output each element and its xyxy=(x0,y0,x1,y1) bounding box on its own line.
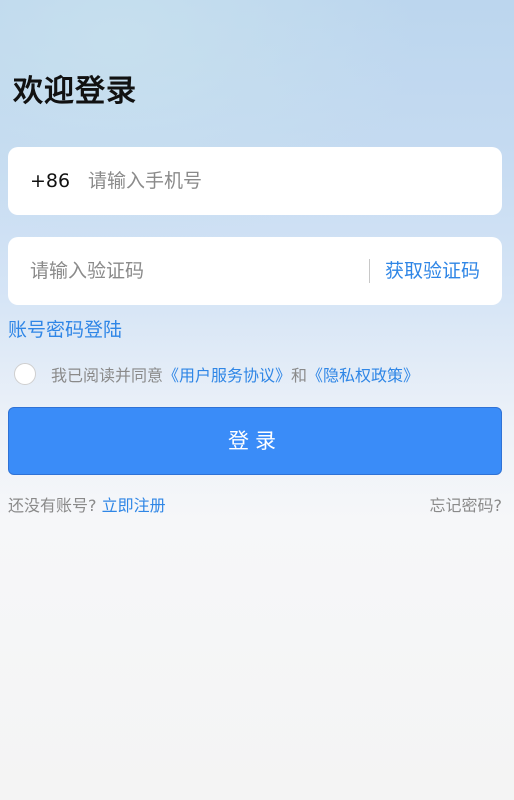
agreement-row: 我已阅读并同意 《用户服务协议》 和 《隐私权政策》 xyxy=(14,361,419,387)
login-button[interactable]: 登录 xyxy=(8,407,502,475)
page-title: 欢迎登录 xyxy=(13,74,137,109)
country-code-prefix[interactable]: +86 xyxy=(30,147,70,215)
verification-code-input[interactable] xyxy=(30,237,360,305)
password-login-link[interactable]: 账号密码登陆 xyxy=(8,316,122,344)
phone-input-card: +86 xyxy=(8,147,502,215)
phone-input[interactable] xyxy=(88,147,488,215)
agreement-prefix-text: 我已阅读并同意 xyxy=(51,366,164,385)
user-agreement-link[interactable]: 《用户服务协议》 xyxy=(163,362,291,386)
agreement-checkbox[interactable] xyxy=(14,363,36,385)
privacy-policy-link[interactable]: 《隐私权政策》 xyxy=(307,362,419,386)
agreement-and-text: 和 xyxy=(291,366,308,385)
login-page: 欢迎登录 +86 获取验证码 账号密码登陆 我已阅读并同意 《用户服务协议》 和… xyxy=(0,0,514,800)
get-code-button[interactable]: 获取验证码 xyxy=(385,237,480,305)
verification-code-card: 获取验证码 xyxy=(8,237,502,305)
register-prompt: 还没有账号? 立即注册 xyxy=(8,494,166,518)
no-account-text: 还没有账号? xyxy=(8,496,97,515)
register-link[interactable]: 立即注册 xyxy=(102,496,166,515)
input-divider xyxy=(369,259,370,283)
forgot-password-link[interactable]: 忘记密码? xyxy=(430,494,503,518)
